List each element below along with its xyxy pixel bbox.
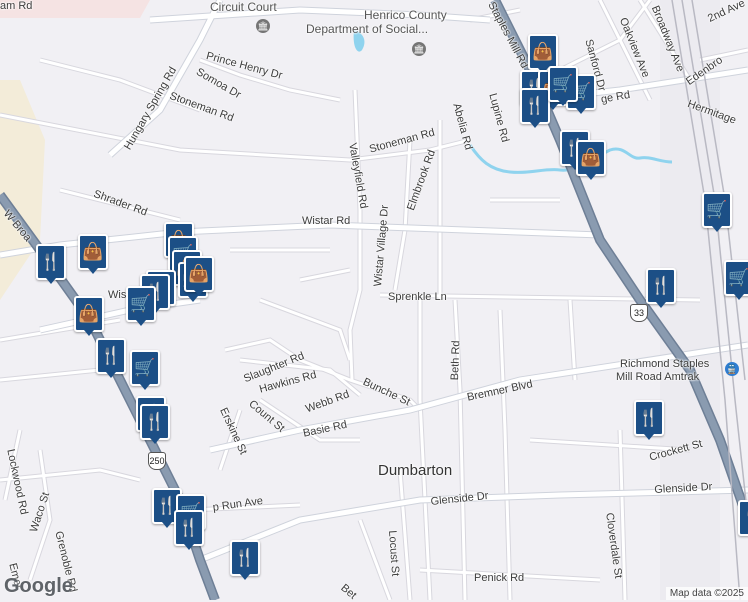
restaurant-pin[interactable]: 🍴 — [520, 88, 550, 128]
place-label-dumbarton: Dumbarton — [378, 462, 453, 479]
government-building-icon[interactable]: 🏛 — [412, 42, 426, 56]
grocery-pin[interactable]: 🛒 — [126, 286, 156, 326]
street-label-beth-rd: Beth Rd — [449, 340, 463, 381]
shopping-pin[interactable]: 👜 — [528, 34, 558, 74]
restaurant-pin[interactable]: 🍴 — [634, 400, 664, 440]
google-logo: Google — [4, 575, 73, 597]
restaurant-pin[interactable]: 🍴 — [230, 540, 260, 580]
shopping-pin[interactable]: 👜 — [78, 234, 108, 274]
street-label-sprenkle-ln: Sprenkle Ln — [388, 291, 447, 303]
restaurant-pin[interactable]: 🍴 — [36, 244, 66, 284]
route-shield-us-250: 250 — [148, 452, 166, 470]
grocery-pin[interactable]: 🛒 — [702, 192, 732, 232]
poi-label-amtrak-line1: Richmond Staples — [620, 358, 710, 370]
poi-label-henrico-dept-line2: Department of Social... — [306, 22, 429, 36]
street-label-wistar-rd: Wistar Rd — [302, 215, 351, 227]
poi-label-amtrak-line2: Mill Road Amtrak — [616, 371, 700, 383]
grocery-pin[interactable]: 🛒 — [724, 260, 748, 300]
street-label-penick-rd: Penick Rd — [474, 572, 525, 584]
map-attribution[interactable]: Map data ©2025 — [665, 587, 748, 600]
grocery-pin[interactable]: 🛒 — [548, 66, 578, 106]
restaurant-pin[interactable]: 🍴 — [96, 338, 126, 378]
restaurant-pin[interactable]: 🍴 — [174, 510, 204, 550]
shopping-pin[interactable]: 👜 — [184, 256, 214, 296]
restaurant-pin[interactable]: 🍴 — [140, 404, 170, 444]
shopping-pin[interactable]: 👜 — [74, 296, 104, 336]
route-shield-us-33: 33 — [630, 304, 648, 322]
poi-label-henrico-dept-line1: Henrico County — [364, 8, 447, 22]
train-station-icon[interactable]: 🚆 — [725, 362, 739, 376]
shopping-pin[interactable]: 👜 — [576, 140, 606, 180]
restaurant-pin[interactable]: 🍴 — [646, 268, 676, 308]
poi-label-circuit-court: Circuit Court — [210, 0, 277, 14]
courthouse-icon[interactable]: 🏛 — [256, 19, 270, 33]
grocery-pin[interactable]: 🛒 — [130, 350, 160, 390]
restaurant-pin[interactable]: 🍴 — [738, 500, 748, 536]
street-label-am-rd: am Rd — [0, 0, 33, 12]
